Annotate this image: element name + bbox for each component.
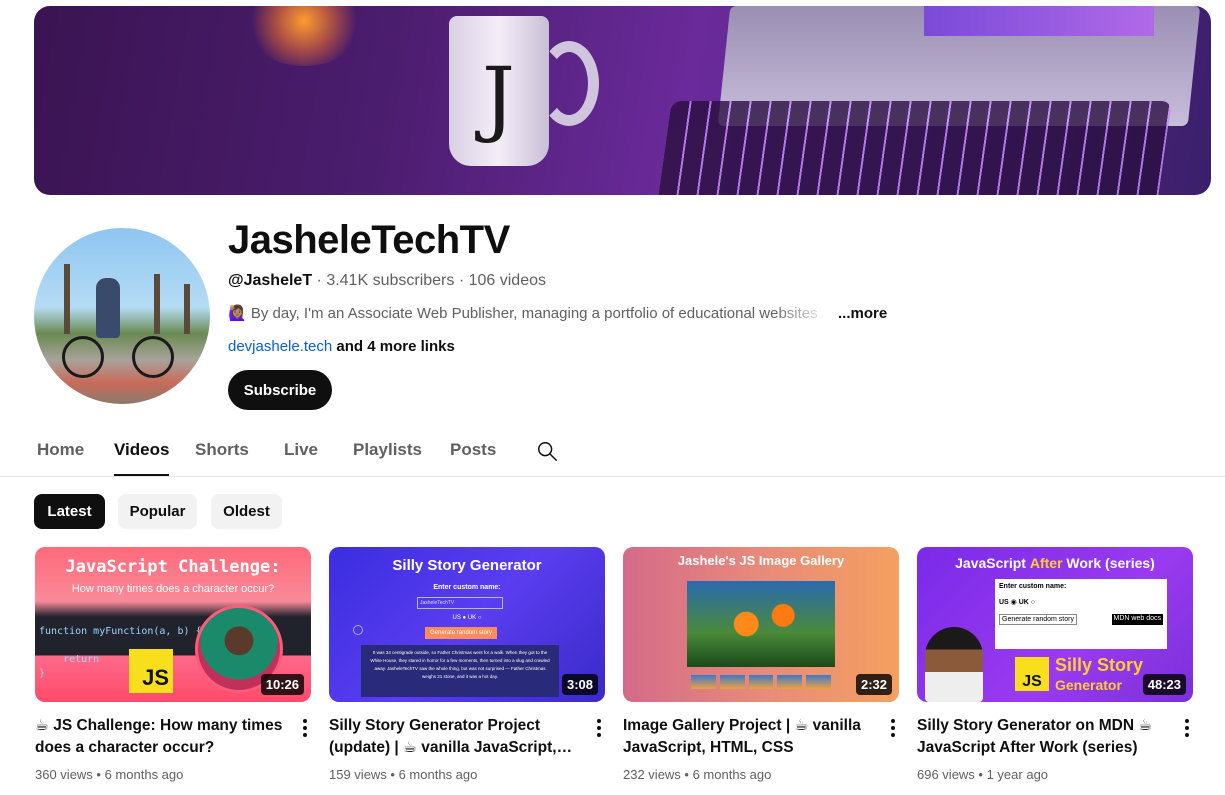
thumb-cursor-icon <box>353 625 363 635</box>
video-card[interactable]: JavaScript Challenge: How many times doe… <box>35 547 313 782</box>
thumb-heading: Silly Story Generator <box>392 557 542 574</box>
video-age: 6 months ago <box>398 767 478 782</box>
video-views: 159 views <box>329 767 387 782</box>
video-duration: 10:26 <box>260 674 304 695</box>
more-options-icon[interactable] <box>595 719 603 739</box>
avatar-bike-wheel <box>62 336 104 378</box>
video-age: 1 year ago <box>986 767 1049 782</box>
filter-oldest[interactable]: Oldest <box>211 494 282 529</box>
thumb-form: Enter custom name: US ◉ UK ○ Generate ra… <box>995 579 1167 649</box>
search-icon[interactable] <box>536 440 558 462</box>
video-title[interactable]: Silly Story Generator on MDN ☕ JavaScrip… <box>917 715 1167 759</box>
channel-name: JasheleTechTV <box>228 218 510 262</box>
tab-live[interactable]: Live <box>284 440 318 476</box>
video-duration: 3:08 <box>561 674 598 695</box>
video-card[interactable]: Silly Story Generator Enter custom name:… <box>329 547 607 782</box>
meta-separator: • <box>680 767 693 782</box>
video-duration: 2:32 <box>855 674 892 695</box>
more-links-button[interactable]: and 4 more links <box>332 338 454 355</box>
channel-banner: J <box>34 6 1211 195</box>
meta-separator: • <box>92 767 105 782</box>
video-card[interactable]: Jashele's JS Image Gallery 2:32 Image Ga… <box>623 547 901 782</box>
thumb-heading: JavaScript Challenge: <box>65 557 281 577</box>
thumb-button: Generate random story <box>425 627 497 639</box>
more-options-icon[interactable] <box>889 719 897 739</box>
video-views: 232 views <box>623 767 681 782</box>
banner-candle <box>244 6 364 66</box>
gallery-main-image <box>687 581 835 667</box>
video-title[interactable]: Image Gallery Project | ☕ vanilla JavaSc… <box>623 715 873 759</box>
video-thumbnail[interactable]: Silly Story Generator Enter custom name:… <box>329 547 605 702</box>
avatar-bike-wheel <box>132 336 174 378</box>
avatar-palm-tree <box>154 274 160 334</box>
video-card[interactable]: JavaScript After Work (series) Enter cus… <box>917 547 1195 782</box>
thumb-heading: JavaScript After Work (series) <box>955 555 1155 571</box>
gallery-thumb <box>719 675 745 689</box>
channel-handle: @JasheleT <box>228 272 313 289</box>
video-duration: 48:23 <box>1142 674 1186 695</box>
tab-videos[interactable]: Videos <box>114 440 170 476</box>
gallery-thumb <box>806 675 831 689</box>
video-meta: 696 views • 1 year ago <box>917 767 1048 782</box>
thumb-subheading: How many times does a character occur? <box>71 583 275 595</box>
banner-screen <box>924 6 1154 36</box>
gallery-thumbnail-strip <box>691 675 831 689</box>
channel-links: devjashele.tech and 4 more links <box>228 338 455 355</box>
subscribe-button[interactable]: Subscribe <box>228 370 332 410</box>
thumb-radios: US ◉ UK ○ <box>999 599 1036 606</box>
channel-website-link[interactable]: devjashele.tech <box>228 338 332 355</box>
mdn-logo: MDN web docs <box>1111 614 1163 625</box>
video-age: 6 months ago <box>104 767 184 782</box>
video-title[interactable]: Silly Story Generator Project (update) |… <box>329 715 579 759</box>
banner-mug-letter: J <box>482 51 515 146</box>
gallery-thumb <box>691 675 716 689</box>
js-logo: JS <box>1015 657 1049 691</box>
channel-meta: @JasheleT · 3.41K subscribers · 106 vide… <box>228 272 546 290</box>
more-options-icon[interactable] <box>1183 719 1191 739</box>
video-meta: 159 views • 6 months ago <box>329 767 477 782</box>
video-meta: 232 views • 6 months ago <box>623 767 771 782</box>
js-logo: JS <box>129 649 173 693</box>
video-age: 6 months ago <box>692 767 772 782</box>
video-meta: 360 views • 6 months ago <box>35 767 183 782</box>
thumb-form-label: Enter custom name: <box>999 583 1067 590</box>
meta-separator: • <box>386 767 399 782</box>
thumb-radios: US ● UK ○ <box>452 615 482 621</box>
video-thumbnail[interactable]: Jashele's JS Image Gallery 2:32 <box>623 547 899 702</box>
tab-playlists[interactable]: Playlists <box>353 440 422 476</box>
presenter-portrait <box>925 627 983 702</box>
thumb-label: Enter custom name: <box>433 584 501 591</box>
thumb-button: Generate random story <box>999 614 1077 625</box>
video-views: 696 views <box>917 767 975 782</box>
channel-stats: · 3.41K subscribers · 106 videos <box>312 272 546 289</box>
filter-popular[interactable]: Popular <box>118 494 197 529</box>
tab-posts[interactable]: Posts <box>450 440 496 476</box>
gallery-thumb <box>748 675 774 689</box>
gallery-thumb <box>777 675 803 689</box>
filter-latest[interactable]: Latest <box>34 494 105 529</box>
thumb-title-art: Silly Story Generator <box>1055 655 1144 693</box>
channel-description-text: 🙋🏽‍♀️ By day, I'm an Associate Web Publi… <box>228 305 818 322</box>
channel-description[interactable]: 🙋🏽‍♀️ By day, I'm an Associate Web Publi… <box>228 304 928 323</box>
thumb-code: function myFunction(a, b) { return } <box>39 626 202 679</box>
thumb-story: It was 34 centigrade outside, so Father … <box>361 645 559 697</box>
meta-separator: • <box>974 767 987 782</box>
banner-keyboard <box>656 101 1172 195</box>
video-thumbnail[interactable]: JavaScript Challenge: How many times doe… <box>35 547 311 702</box>
tab-shorts[interactable]: Shorts <box>195 440 249 476</box>
avatar-palm-tree <box>64 264 70 334</box>
avatar-person <box>96 278 120 338</box>
video-views: 360 views <box>35 767 93 782</box>
video-thumbnail[interactable]: JavaScript After Work (series) Enter cus… <box>917 547 1193 702</box>
tab-home[interactable]: Home <box>37 440 84 476</box>
channel-avatar[interactable] <box>34 228 210 404</box>
thumb-input: JasheleTechTV <box>417 597 503 609</box>
thumb-heading: Jashele's JS Image Gallery <box>677 553 845 568</box>
avatar-palm-tree <box>184 284 190 334</box>
channel-tabs: Home Videos Shorts Live Playlists Posts <box>0 432 1225 477</box>
video-title[interactable]: ☕ JS Challenge: How many times does a ch… <box>35 715 285 759</box>
description-more-link[interactable]: ...more <box>838 305 887 322</box>
more-options-icon[interactable] <box>301 719 309 739</box>
